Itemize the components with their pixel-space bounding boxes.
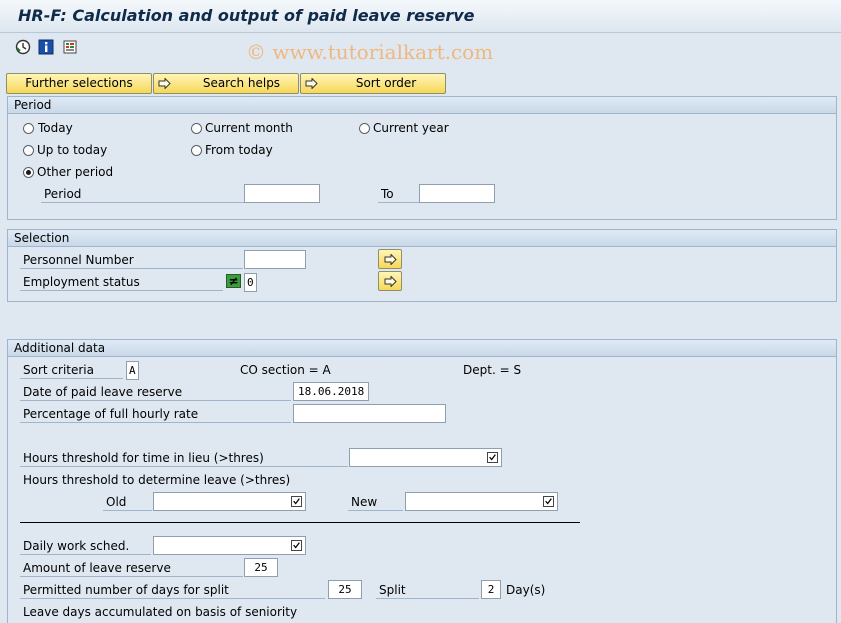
further-selections-label: Further selections (25, 76, 133, 90)
not-equal-operator-icon[interactable]: ≠ (226, 274, 241, 288)
radio-up-to-today[interactable] (23, 145, 34, 156)
dept-text: Dept. = S (463, 363, 522, 377)
daily-work-sched-label: Daily work sched. (20, 538, 151, 555)
sort-order-button[interactable]: Sort order (300, 73, 446, 94)
radio-today[interactable] (23, 123, 34, 134)
radio-up-to-today-label: Up to today (37, 143, 108, 157)
radio-today-label: Today (38, 121, 73, 135)
new-label: New (348, 494, 403, 511)
arrow-right-icon (158, 78, 171, 89)
sort-criteria-label: Sort criteria (20, 362, 123, 379)
daily-work-sched-dropdown[interactable] (153, 536, 306, 555)
dropdown-check-icon (487, 452, 498, 463)
additional-data-group-header: Additional data (8, 340, 836, 357)
execute-icon[interactable] (15, 39, 31, 55)
employment-status-multiple-selection-button[interactable] (378, 271, 402, 291)
selection-options-icon[interactable] (62, 39, 78, 55)
personnel-number-input[interactable] (244, 250, 306, 269)
sort-order-label: Sort order (355, 76, 417, 90)
search-helps-label: Search helps (202, 76, 281, 90)
info-icon[interactable] (38, 39, 54, 55)
radio-current-month-label: Current month (205, 121, 293, 135)
dropdown-check-icon (543, 496, 554, 507)
radio-current-month[interactable] (191, 123, 202, 134)
dropdown-check-icon (291, 496, 302, 507)
arrow-right-icon (384, 254, 397, 265)
radio-current-year-label: Current year (373, 121, 449, 135)
permitted-days-split-label: Permitted number of days for split (20, 582, 325, 599)
personnel-multiple-selection-button[interactable] (378, 249, 402, 269)
period-to-input[interactable] (419, 184, 495, 203)
date-paid-leave-input[interactable]: 18.06.2018 (293, 382, 369, 401)
arrow-right-icon (305, 78, 318, 89)
split-input[interactable]: 2 (481, 580, 501, 599)
period-group-header: Period (8, 97, 836, 114)
dropdown-check-icon (291, 540, 302, 551)
co-section-text: CO section = A (240, 363, 331, 377)
arrow-right-icon (384, 276, 397, 287)
percentage-hourly-rate-input[interactable] (293, 404, 446, 423)
date-paid-leave-label: Date of paid leave reserve (20, 384, 291, 401)
employment-status-label: Employment status (20, 274, 223, 291)
period-label: Period (41, 186, 244, 203)
further-selections-button[interactable]: Further selections (6, 73, 152, 94)
radio-other-period[interactable] (23, 167, 34, 178)
hours-threshold-leave-label: Hours threshold to determine leave (>thr… (23, 473, 291, 487)
search-helps-button[interactable]: Search helps (153, 73, 299, 94)
percentage-hourly-rate-label: Percentage of full hourly rate (20, 406, 291, 423)
amount-leave-reserve-input[interactable]: 25 (244, 558, 278, 577)
split-label: Split (376, 582, 479, 599)
employment-status-input[interactable]: 0 (244, 273, 257, 292)
period-to-label: To (378, 186, 419, 203)
old-label: Old (103, 494, 152, 511)
new-threshold-dropdown[interactable] (405, 492, 558, 511)
old-threshold-dropdown[interactable] (153, 492, 306, 511)
days-unit-label: Day(s) (506, 583, 546, 597)
amount-leave-reserve-label: Amount of leave reserve (20, 560, 243, 577)
personnel-number-label: Personnel Number (20, 252, 243, 269)
watermark: © www.tutorialkart.com (246, 40, 494, 64)
hours-threshold-lieu-dropdown[interactable] (349, 448, 502, 467)
period-from-input[interactable] (244, 184, 320, 203)
seniority-label: Leave days accumulated on basis of senio… (23, 605, 298, 619)
divider-line (20, 522, 580, 523)
selection-group-header: Selection (8, 230, 836, 247)
radio-from-today-label: From today (205, 143, 273, 157)
hours-threshold-lieu-label: Hours threshold for time in lieu (>thres… (20, 450, 348, 467)
radio-from-today[interactable] (191, 145, 202, 156)
radio-current-year[interactable] (359, 123, 370, 134)
permitted-days-split-input[interactable]: 25 (328, 580, 362, 599)
radio-other-period-label: Other period (37, 165, 114, 179)
sort-criteria-input[interactable]: A (126, 361, 139, 380)
page-title: HR-F: Calculation and output of paid lea… (18, 6, 475, 25)
